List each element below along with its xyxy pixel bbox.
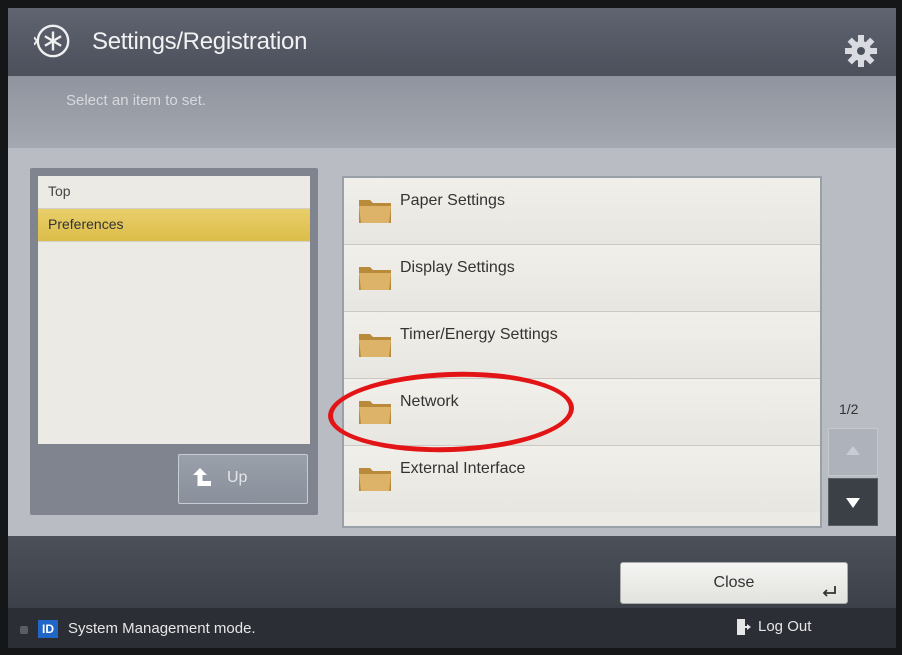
up-arrow-icon bbox=[193, 468, 211, 486]
scroll-up-button[interactable] bbox=[828, 428, 878, 476]
list-item-label: Network bbox=[400, 393, 459, 410]
page-indicator: 1/2 bbox=[839, 401, 859, 417]
scroll-down-button[interactable] bbox=[828, 478, 878, 526]
page-title: Settings/Registration bbox=[92, 28, 308, 55]
status-bar: ID System Management mode. Log Out bbox=[8, 608, 896, 648]
settings-registration-icon bbox=[34, 24, 70, 58]
breadcrumb-preferences[interactable]: Preferences bbox=[38, 209, 310, 242]
enter-icon bbox=[822, 586, 836, 597]
breadcrumb-top[interactable]: Top bbox=[38, 176, 310, 209]
logout-icon bbox=[737, 619, 751, 636]
logout-button[interactable]: Log Out bbox=[736, 618, 811, 640]
navigation-panel: Top Preferences Up bbox=[30, 168, 318, 515]
close-button-label: Close bbox=[713, 574, 755, 591]
chevron-down-icon bbox=[846, 498, 860, 508]
list-item-external-interface[interactable]: External Interface bbox=[344, 446, 820, 512]
up-button[interactable]: Up bbox=[178, 454, 308, 504]
status-text: System Management mode. bbox=[68, 620, 256, 637]
close-button[interactable]: Close bbox=[620, 562, 848, 604]
list-item-label: Display Settings bbox=[400, 259, 515, 276]
folder-icon bbox=[359, 200, 391, 223]
bottom-bar: Close bbox=[8, 536, 896, 608]
list-item-label: Timer/Energy Settings bbox=[400, 326, 558, 343]
folder-icon bbox=[359, 401, 391, 424]
list-item-display-settings[interactable]: Display Settings bbox=[344, 245, 820, 312]
list-item-label: External Interface bbox=[400, 460, 526, 477]
status-led-icon bbox=[20, 626, 28, 634]
id-badge: ID bbox=[38, 620, 58, 638]
list-item-label: Paper Settings bbox=[400, 192, 505, 209]
chevron-up-icon bbox=[846, 446, 860, 455]
list-item-timer-energy-settings[interactable]: Timer/Energy Settings bbox=[344, 312, 820, 379]
breadcrumb-list: Top Preferences bbox=[38, 176, 310, 444]
settings-list: Paper Settings Display Settings Timer/En… bbox=[342, 176, 822, 528]
folder-icon bbox=[359, 267, 391, 290]
folder-icon bbox=[359, 468, 391, 491]
logout-label: Log Out bbox=[758, 618, 812, 635]
list-item-paper-settings[interactable]: Paper Settings bbox=[344, 178, 820, 245]
instruction-text: Select an item to set. bbox=[66, 92, 207, 109]
folder-icon bbox=[359, 334, 391, 357]
title-bar: Settings/Registration bbox=[8, 8, 896, 76]
device-screen: Settings/Registration Select an item to … bbox=[8, 8, 896, 648]
list-item-network[interactable]: Network bbox=[344, 379, 820, 446]
up-button-label: Up bbox=[227, 469, 248, 486]
gear-icon[interactable] bbox=[844, 34, 878, 68]
instruction-bar: Select an item to set. bbox=[8, 76, 896, 148]
